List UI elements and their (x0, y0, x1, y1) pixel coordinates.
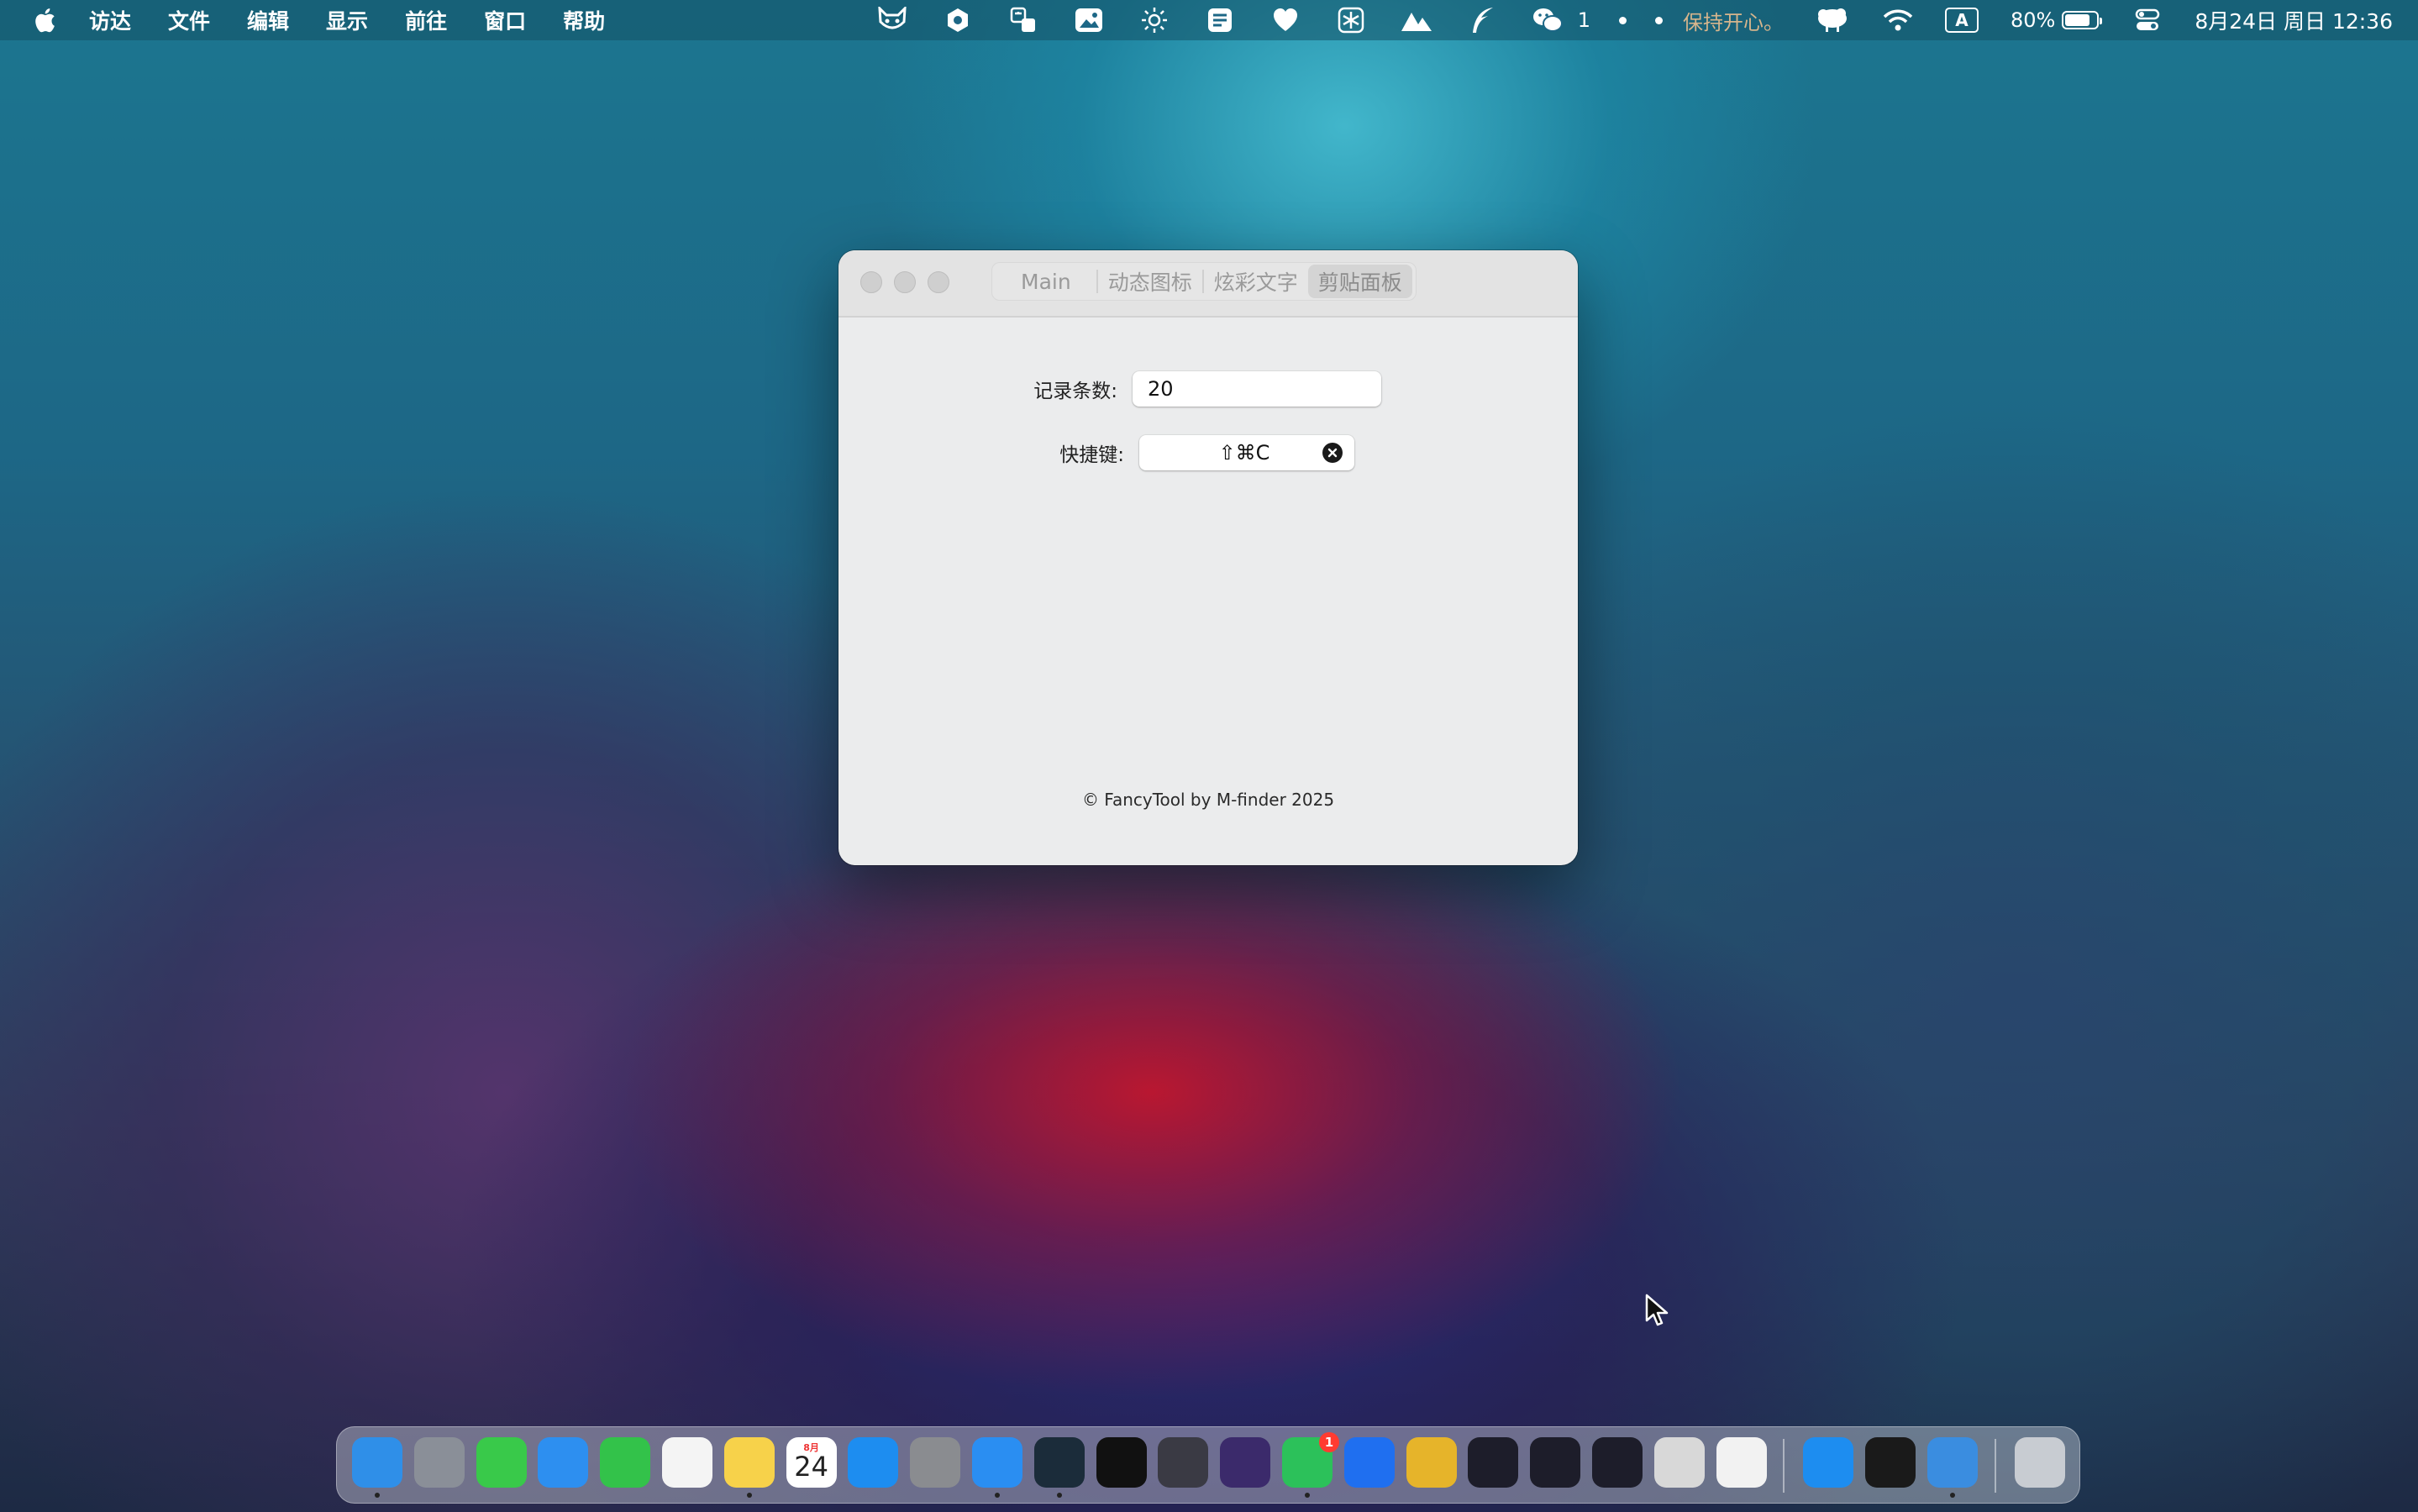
menu-help[interactable]: 帮助 (563, 5, 605, 35)
dock-app-store-icon[interactable] (848, 1437, 899, 1488)
hotkey-recorder[interactable]: ⇧⌘C (1139, 435, 1354, 470)
close-window-button[interactable] (860, 271, 882, 293)
record-count-field[interactable]: 20 (1133, 371, 1381, 407)
feather-icon[interactable] (1465, 5, 1499, 35)
dock-activity-app-icon[interactable] (1158, 1437, 1209, 1488)
wifi-icon[interactable] (1881, 5, 1915, 35)
tab-colorful-text[interactable]: 炫彩文字 (1204, 265, 1308, 298)
calendar-day: 24 (794, 1451, 828, 1483)
dock: 8月 24 1 (336, 1426, 2080, 1504)
dock-obsidian-icon[interactable] (1220, 1437, 1271, 1488)
record-count-label: 记录条数: (1033, 381, 1117, 402)
battery-icon[interactable] (2062, 11, 2103, 29)
snowflake-icon[interactable] (1334, 5, 1368, 35)
dock-intellij-icon[interactable] (1530, 1437, 1581, 1488)
dock-cat-app-icon[interactable] (1096, 1437, 1147, 1488)
dock-exclaim-app-icon[interactable] (1716, 1437, 1767, 1488)
dock-separator (1783, 1439, 1785, 1493)
dock-webstorm-icon[interactable] (1592, 1437, 1643, 1488)
dock-script-editor-icon[interactable] (1653, 1437, 1705, 1488)
menu-edit[interactable]: 编辑 (247, 5, 289, 35)
battery-fill (2065, 14, 2090, 26)
brightness-icon[interactable] (1138, 5, 1171, 35)
dock-wechat-icon[interactable]: 1 (1282, 1432, 1339, 1488)
dock-cloud-app-icon[interactable] (1033, 1437, 1085, 1488)
dock-running-indicator (1305, 1493, 1310, 1498)
dock-running-indicator (746, 1493, 752, 1498)
menu-window[interactable]: 窗口 (484, 5, 526, 35)
window-titlebar[interactable]: Main 动态图标 炫彩文字 剪贴面板 (838, 250, 1578, 318)
minimize-window-button[interactable] (894, 271, 916, 293)
fancytool-window: Main 动态图标 炫彩文字 剪贴面板 记录条数: 20 快捷键: ⇧⌘C © … (838, 250, 1578, 865)
tab-main[interactable]: Main (996, 265, 1096, 298)
tab-animated-icons[interactable]: 动态图标 (1098, 265, 1202, 298)
tab-bar: Main 动态图标 炫彩文字 剪贴面板 (991, 262, 1417, 301)
dock-maps-pin-icon[interactable] (1343, 1437, 1395, 1488)
wechat-badge: 1 (1319, 1432, 1339, 1452)
dock-xcode-icon[interactable] (1927, 1437, 1979, 1488)
control-center-icon[interactable] (2131, 5, 2164, 35)
dock-trash-icon[interactable] (2015, 1437, 2066, 1488)
input-method-badge[interactable]: A (1944, 8, 1979, 33)
dock-reminders-icon[interactable] (662, 1437, 712, 1488)
dock-activity-monitor-icon[interactable] (1865, 1437, 1916, 1488)
dock-finder-icon[interactable] (352, 1437, 402, 1488)
battery-percent: 80% (2010, 8, 2056, 32)
dock-xcode-appstore-icon[interactable] (1803, 1437, 1854, 1488)
status-dot-1[interactable] (1618, 16, 1627, 24)
dock-running-indicator (995, 1493, 1000, 1498)
hexagon-shield-icon[interactable] (941, 5, 975, 35)
hotkey-row: 快捷键: ⇧⌘C (1032, 435, 1354, 470)
status-area: 1 保持开心。 A 80% 8月24日 周日 12:36 (844, 0, 2393, 40)
dock-calendar-icon[interactable]: 8月 24 (786, 1437, 837, 1488)
dock-safari-icon[interactable] (972, 1437, 1022, 1488)
wechat-status-icon[interactable] (1531, 5, 1564, 35)
wechat-unread-count: 1 (1577, 8, 1590, 32)
hotkey-value: ⇧⌘C (1218, 441, 1270, 465)
menu-file[interactable]: 文件 (168, 5, 210, 35)
menu-go[interactable]: 前往 (405, 5, 447, 35)
dock-navicat-icon[interactable] (1406, 1437, 1457, 1488)
translate-icon[interactable] (1007, 5, 1040, 35)
sheep-icon[interactable] (1816, 5, 1849, 35)
dock-running-indicator (1950, 1493, 1956, 1498)
copyright-footer: © FancyTool by M-finder 2025 (1081, 790, 1335, 810)
apple-menu-icon[interactable] (32, 6, 57, 34)
tab-clipboard-panel[interactable]: 剪贴面板 (1307, 265, 1412, 298)
keep-happy-text[interactable]: 保持开心。 (1683, 6, 1784, 35)
dock-facetime-icon[interactable] (600, 1437, 651, 1488)
record-count-row: 记录条数: 20 (1032, 371, 1381, 407)
mouse-cursor-icon (1645, 1294, 1669, 1327)
zoom-window-button[interactable] (928, 271, 949, 293)
document-icon[interactable] (1203, 5, 1237, 35)
heart-icon[interactable] (1269, 5, 1302, 35)
dock-running-indicator (375, 1493, 380, 1498)
cat-face-icon[interactable] (875, 5, 909, 35)
dock-running-indicator (1056, 1493, 1062, 1498)
image-icon[interactable] (1072, 5, 1106, 35)
menu-bar: 访达 文件 编辑 显示 前往 窗口 帮助 1 保持开心。 A 80% 8月24日… (0, 0, 2418, 40)
hotkey-label: 快捷键: (1059, 444, 1124, 466)
dock-system-settings-icon[interactable] (910, 1437, 961, 1488)
status-dot-2[interactable] (1654, 16, 1663, 24)
dock-notes-icon[interactable] (723, 1437, 775, 1488)
dock-separator (1995, 1439, 1997, 1493)
dock-mail-icon[interactable] (538, 1437, 589, 1488)
mountain-icon[interactable] (1400, 5, 1433, 35)
dock-messages-icon[interactable] (476, 1437, 527, 1488)
menu-finder[interactable]: 访达 (89, 5, 131, 35)
dock-phpstorm-icon[interactable] (1468, 1437, 1519, 1488)
menu-view[interactable]: 显示 (326, 5, 368, 35)
dock-launchpad-icon[interactable] (413, 1437, 465, 1488)
clear-hotkey-icon[interactable] (1322, 443, 1343, 463)
menu-clock[interactable]: 8月24日 周日 12:36 (2195, 5, 2393, 35)
